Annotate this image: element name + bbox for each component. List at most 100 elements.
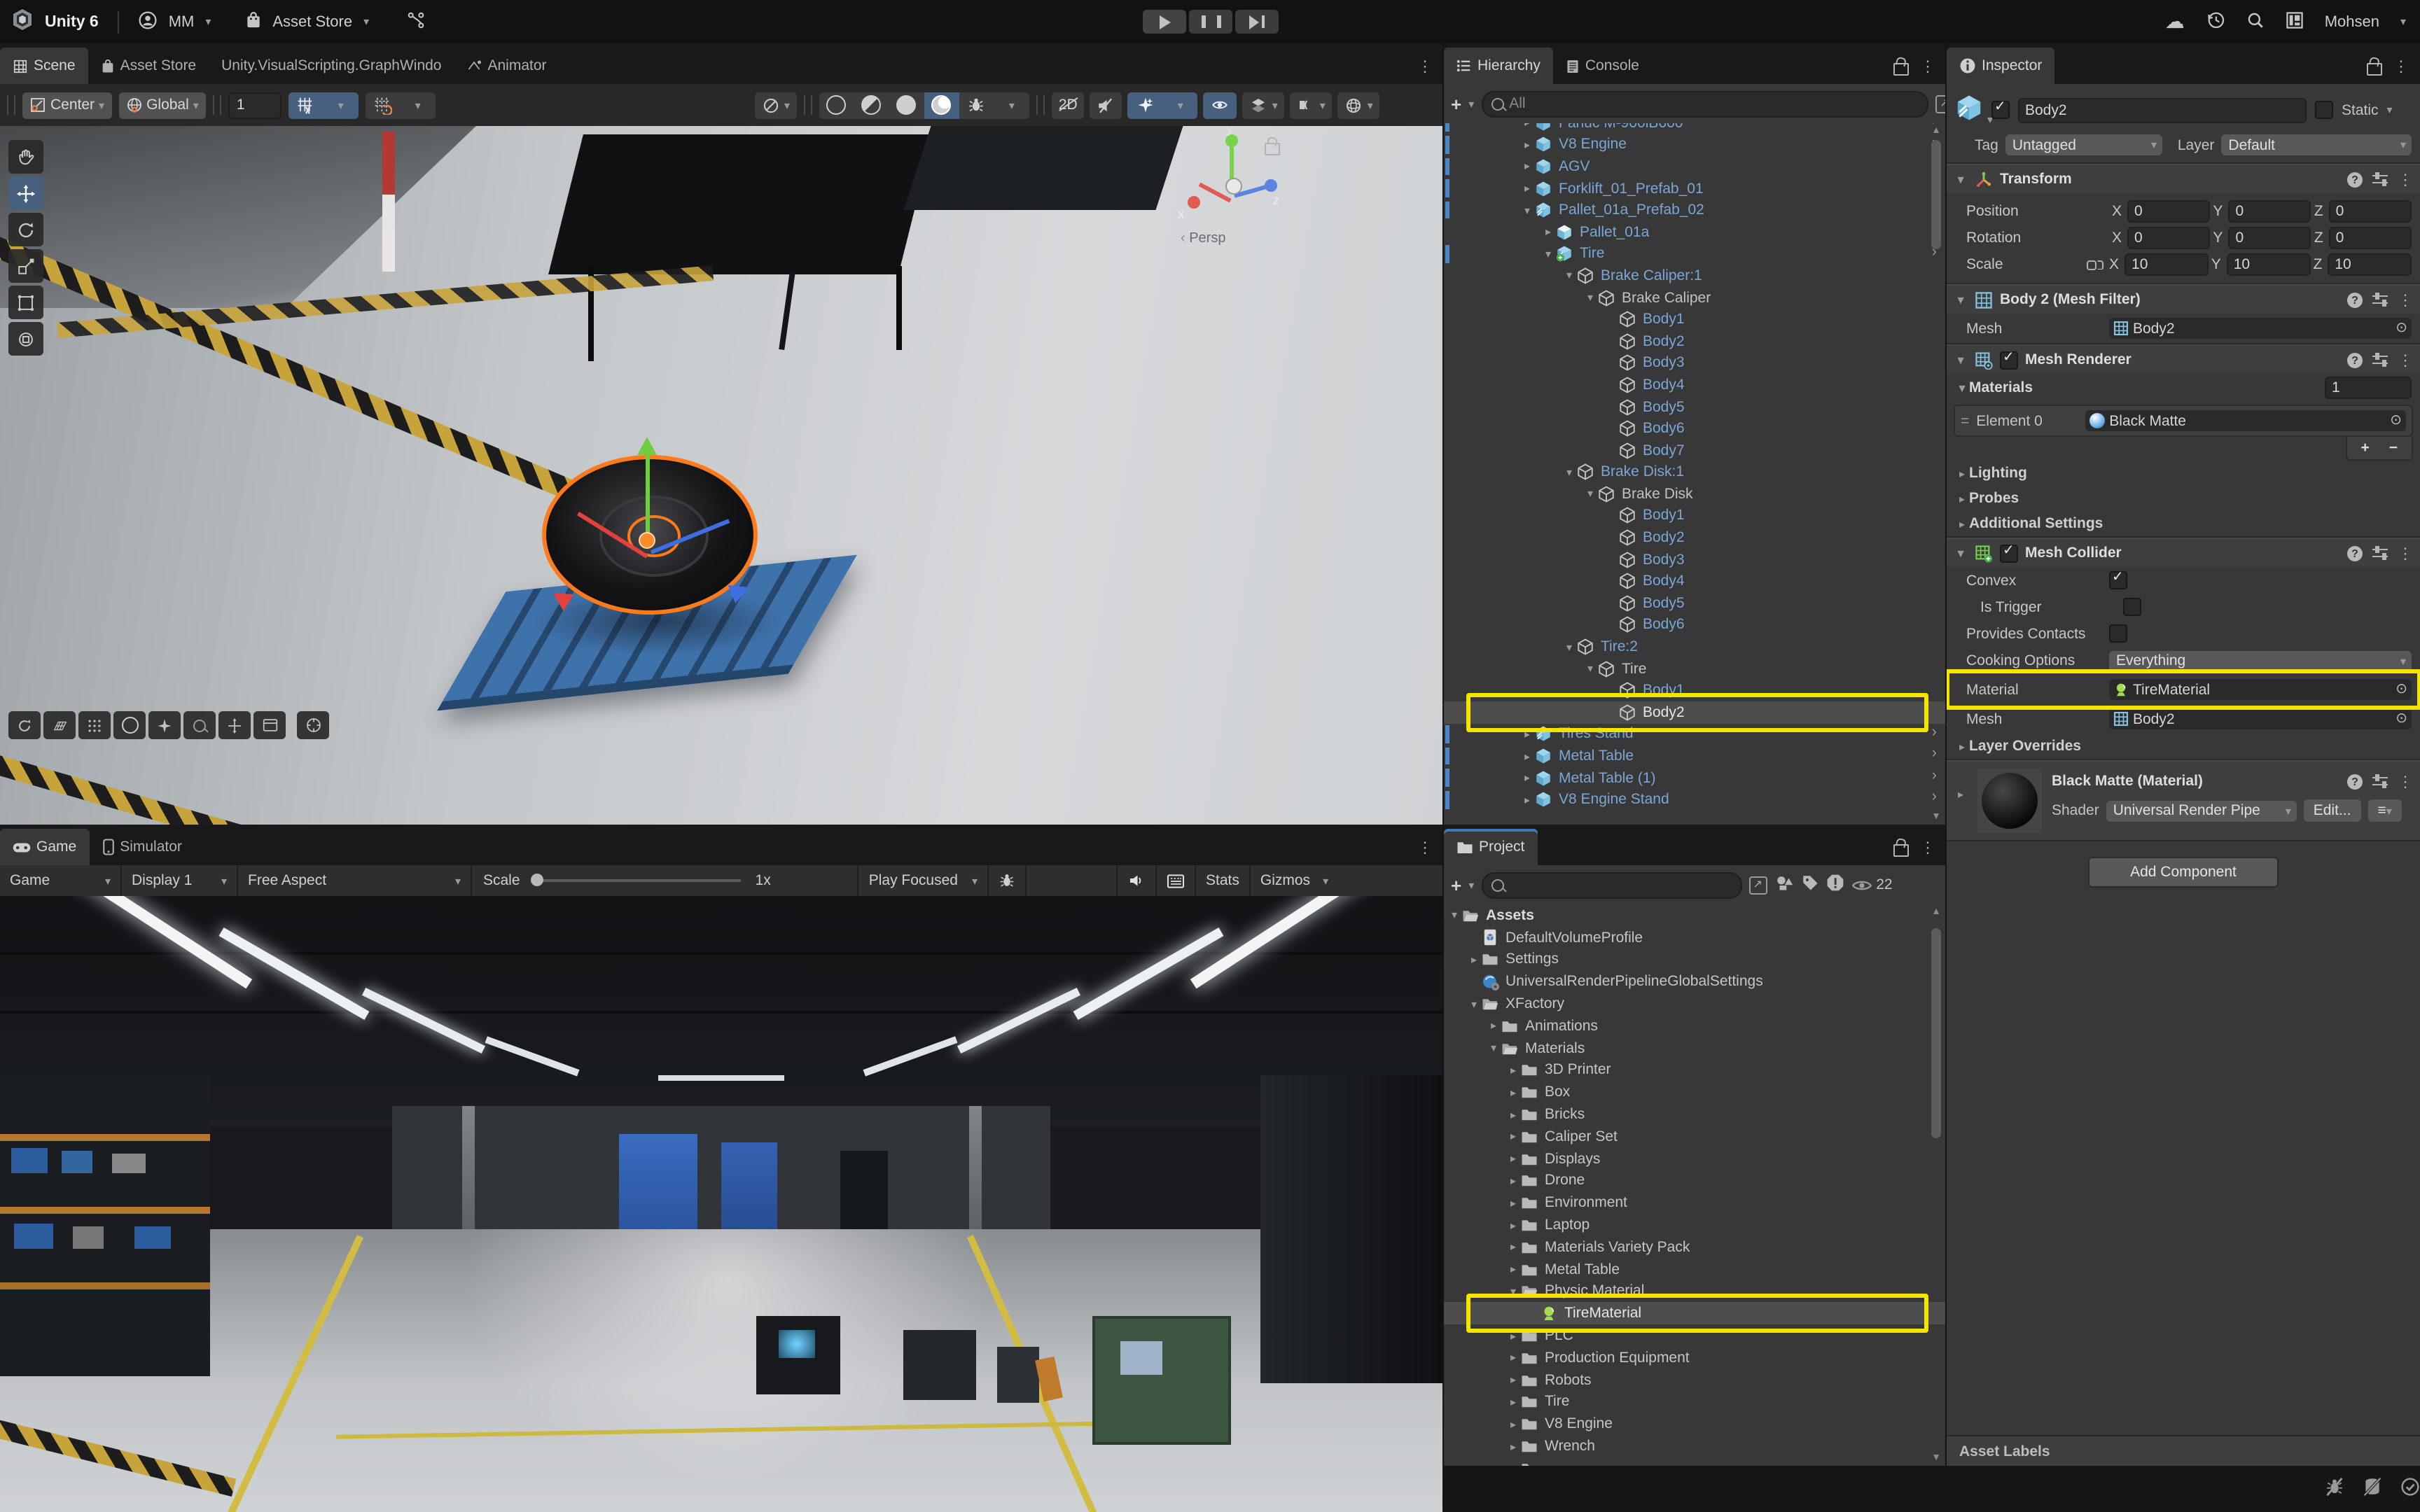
panel-divider[interactable]: [1945, 43, 1947, 1512]
materials-count-field[interactable]: 1: [2325, 377, 2412, 399]
expander-icon[interactable]: ▸: [1505, 1373, 1521, 1386]
lighting-foldout[interactable]: Lighting: [1969, 465, 2027, 482]
draw-mode-dropdown[interactable]: [994, 92, 1029, 118]
move-tool-button[interactable]: [8, 176, 43, 210]
component-menu-icon[interactable]: [2398, 290, 2413, 309]
invalid-assets-icon[interactable]: [1826, 874, 1844, 896]
hierarchy-item-body7[interactable]: Body7: [1444, 440, 1947, 461]
help-icon[interactable]: [2347, 292, 2363, 307]
expander-icon[interactable]: ▾: [1541, 248, 1556, 260]
scene-visibility-button[interactable]: [1204, 92, 1237, 118]
expander-icon[interactable]: ▾: [1562, 466, 1577, 479]
panel-menu-icon[interactable]: [1417, 57, 1433, 75]
project-item-row[interactable]: ▸: [1444, 1457, 1947, 1466]
scroll-up-icon[interactable]: ▲: [1931, 126, 1941, 136]
tab-project[interactable]: Project: [1444, 829, 1537, 865]
expander-icon[interactable]: ▾: [1583, 291, 1598, 304]
expander-icon[interactable]: ▾: [1583, 488, 1598, 500]
rotation-y-field[interactable]: 0: [2228, 226, 2311, 248]
camera-preview-button[interactable]: [113, 711, 146, 739]
mesh-object-field[interactable]: Body2: [2109, 318, 2412, 339]
scale-x-field[interactable]: 10: [2125, 253, 2209, 275]
presets-icon[interactable]: [2372, 546, 2388, 560]
move-overlay-button[interactable]: [218, 711, 251, 739]
scale-tool-button[interactable]: [8, 249, 43, 283]
expander-icon[interactable]: ▾: [1562, 270, 1577, 282]
tab-simulator[interactable]: Simulator: [89, 829, 195, 865]
project-item-caliper-set[interactable]: ▸Caliper Set: [1444, 1126, 1947, 1148]
hierarchy-item-tires-stand[interactable]: ▸Tires Stand›: [1444, 723, 1947, 745]
tag-dropdown[interactable]: Untagged: [2005, 134, 2162, 155]
pause-button[interactable]: [1189, 10, 1232, 34]
hierarchy-item-fanuc-m-900ib600[interactable]: ▸Fanuc M-900iB600›: [1444, 123, 1947, 134]
search-icon[interactable]: [2246, 10, 2265, 33]
expander-icon[interactable]: ▸: [1520, 728, 1535, 741]
project-item-robots[interactable]: ▸Robots: [1444, 1368, 1947, 1391]
expander-icon[interactable]: ▾: [1505, 1285, 1521, 1298]
create-asset-button[interactable]: [1451, 874, 1461, 895]
debug-draw-button[interactable]: [959, 92, 994, 118]
transform-tool-button[interactable]: [8, 322, 43, 356]
cache-server-disabled-icon[interactable]: [2363, 1477, 2382, 1501]
hierarchy-scrollbar[interactable]: ▲ ▼: [1928, 126, 1944, 822]
asset-labels-bar[interactable]: Asset Labels: [1947, 1435, 2420, 1469]
hierarchy-item-v8-engine-stand[interactable]: ▸V8 Engine Stand›: [1444, 789, 1947, 811]
debugger-detached-icon[interactable]: [2325, 1477, 2344, 1501]
mute-audio-button[interactable]: [1116, 865, 1157, 896]
expander-icon[interactable]: ▸: [1505, 1152, 1521, 1165]
gizmo-center-handle[interactable]: [639, 532, 655, 549]
convex-checkbox[interactable]: [2109, 571, 2127, 589]
project-item-tire[interactable]: ▸Tire: [1444, 1391, 1947, 1413]
expander-icon[interactable]: ▸: [1505, 1175, 1521, 1187]
project-item-production-equipment[interactable]: ▸Production Equipment: [1444, 1347, 1947, 1369]
refresh-overlay-button[interactable]: [8, 711, 41, 739]
foldout-icon[interactable]: ▼: [1955, 382, 1969, 394]
status-ok-icon[interactable]: [2400, 1477, 2420, 1501]
project-item-assets[interactable]: ▾Assets: [1444, 904, 1947, 927]
projection-label[interactable]: ‹ Persp: [1181, 231, 1225, 246]
project-item-settings[interactable]: ▸Settings: [1444, 948, 1947, 971]
scale-z-field[interactable]: 10: [2328, 253, 2412, 275]
scrollbar-thumb[interactable]: [1931, 928, 1941, 1138]
expander-icon[interactable]: ▸: [1505, 1352, 1521, 1364]
expander-icon[interactable]: ▸: [1505, 1241, 1521, 1254]
cloud-icon[interactable]: [2165, 10, 2185, 34]
expander-icon[interactable]: ▸: [1520, 793, 1535, 806]
expander-icon[interactable]: ▾: [1520, 204, 1535, 216]
constrain-proportions-icon[interactable]: [2087, 257, 2103, 271]
shader-list-button[interactable]: ≡: [2367, 799, 2401, 822]
gameobject-name-field[interactable]: Body2: [2018, 97, 2307, 122]
grid-size-field[interactable]: 1: [228, 92, 281, 118]
camera-section-dropdown[interactable]: [1291, 92, 1333, 118]
presets-icon[interactable]: [2372, 172, 2388, 186]
materials-label[interactable]: Materials: [1969, 379, 2033, 396]
expander-icon[interactable]: ▸: [1505, 1418, 1521, 1430]
effects-dropdown[interactable]: [1163, 92, 1198, 118]
component-menu-icon[interactable]: [2398, 351, 2413, 369]
gizmo-y-axis[interactable]: [646, 451, 650, 538]
object-picker-icon[interactable]: [2395, 321, 2407, 336]
rotation-z-field[interactable]: 0: [2329, 226, 2412, 248]
static-checkbox[interactable]: [2315, 101, 2333, 119]
collider-mesh-field[interactable]: Body2: [2109, 708, 2412, 729]
rotate-tool-button[interactable]: [8, 213, 43, 246]
account-menu[interactable]: MM: [169, 13, 195, 30]
shaded-wire-mode-button[interactable]: [854, 92, 889, 118]
view-menu-dropdown[interactable]: Game: [0, 865, 122, 896]
mesh-collider-header[interactable]: ▼ Mesh Collider: [1947, 538, 2420, 567]
project-item-metal-table[interactable]: ▸Metal Table: [1444, 1259, 1947, 1281]
project-search-input[interactable]: [1481, 872, 1741, 898]
expander-icon[interactable]: ▸: [1505, 1130, 1521, 1143]
position-y-field[interactable]: 0: [2228, 200, 2311, 222]
toggle-2d-button[interactable]: 2D: [1052, 92, 1085, 118]
expander-icon[interactable]: ▸: [1520, 139, 1535, 151]
hierarchy-item-body2[interactable]: Body2: [1444, 330, 1947, 352]
foldout-icon[interactable]: ▸: [1954, 788, 1968, 833]
hierarchy-item-brake-disk-1[interactable]: ▾Brake Disk:1: [1444, 461, 1947, 483]
static-dropdown-icon[interactable]: [2387, 104, 2393, 116]
provides-contacts-checkbox[interactable]: [2109, 624, 2127, 643]
project-item-defaultvolumeprofile[interactable]: DefaultVolumeProfile: [1444, 927, 1947, 949]
scale-slider-thumb[interactable]: [531, 874, 544, 886]
hierarchy-item-tire[interactable]: ▾Tire: [1444, 658, 1947, 680]
mesh-filter-header[interactable]: ▼ Body 2 (Mesh Filter): [1947, 284, 2420, 314]
